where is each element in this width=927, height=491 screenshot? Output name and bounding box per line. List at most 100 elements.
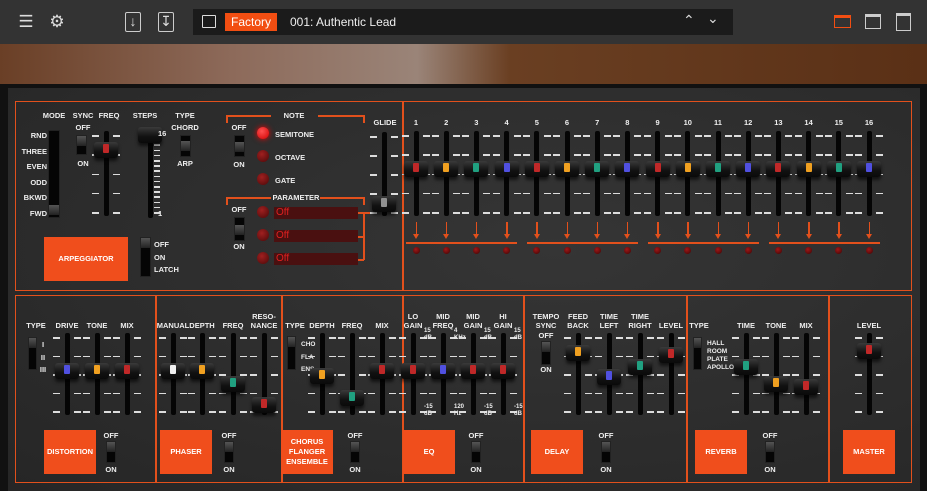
switch-handle[interactable] [141, 238, 150, 248]
arrow-down-icon[interactable]: ⌄ [707, 10, 719, 27]
reverb-type-switch[interactable] [693, 337, 702, 370]
switch-handle[interactable] [29, 338, 36, 348]
parameter-switch[interactable] [234, 217, 245, 241]
export-icon[interactable]: ↧ [158, 12, 174, 32]
gear-icon[interactable]: ⚙ [46, 12, 68, 34]
step-7-slider-knob[interactable] [585, 160, 610, 177]
reverb-button[interactable]: REVERB [695, 430, 747, 474]
master-button[interactable]: MASTER [843, 430, 895, 474]
switch-handle[interactable] [542, 342, 550, 352]
reverb-time-slider-knob[interactable] [734, 359, 758, 376]
import-icon[interactable]: ↓ [125, 12, 141, 32]
delay-power-switch[interactable] [601, 441, 611, 463]
step-16-slider-knob[interactable] [857, 160, 881, 177]
delay-button[interactable]: DELAY [531, 430, 583, 474]
arrow-up-icon[interactable]: ⌃ [683, 12, 695, 29]
note-led-octave[interactable] [257, 150, 269, 162]
switch-handle[interactable] [288, 337, 295, 347]
note-switch[interactable] [234, 135, 245, 157]
note-led-gate[interactable] [257, 173, 269, 185]
chorus-power-switch[interactable] [350, 441, 360, 463]
step-12-slider-knob[interactable] [736, 160, 761, 177]
delay-level-slider-track[interactable] [668, 333, 674, 415]
type-switch[interactable] [180, 135, 191, 157]
step-14-slider-knob[interactable] [796, 160, 821, 177]
step-3-slider-knob[interactable] [464, 160, 489, 177]
mode-selector-handle[interactable] [49, 205, 59, 215]
delay-time-left-slider-knob[interactable] [597, 368, 621, 385]
glide-slider-knob[interactable] [372, 196, 396, 213]
delay-feed-back-slider-knob[interactable] [566, 345, 590, 362]
delay-time-right-slider-knob[interactable] [628, 358, 652, 375]
eq-button[interactable]: EQ [403, 430, 455, 474]
distortion-mix-slider-knob[interactable] [115, 363, 139, 380]
phaser-power-switch[interactable] [224, 441, 234, 463]
phaser-manual-slider-knob[interactable] [161, 363, 185, 380]
step-5-slider-knob[interactable] [524, 160, 549, 177]
parameter-display[interactable]: Off [274, 253, 358, 265]
switch-handle[interactable] [766, 442, 774, 452]
distortion-drive-slider-knob[interactable] [55, 363, 79, 380]
switch-handle[interactable] [472, 442, 480, 452]
parameter-led[interactable] [257, 252, 269, 264]
reverb-mix-slider-knob[interactable] [794, 379, 818, 396]
master-level-slider-knob[interactable] [857, 343, 881, 360]
preset-bank[interactable]: Factory [225, 13, 278, 31]
chorus-button[interactable]: CHORUS FLANGER ENSEMBLE [281, 430, 333, 474]
distortion-type-switch[interactable] [28, 337, 37, 370]
reverb-power-switch[interactable] [765, 441, 775, 463]
freq-slider-knob[interactable] [94, 142, 118, 159]
step-10-slider-knob[interactable] [675, 160, 700, 177]
switch-handle[interactable] [602, 442, 610, 452]
switch-handle[interactable] [235, 225, 244, 235]
sync-switch[interactable] [76, 135, 87, 155]
eq-lo-gain-slider-knob[interactable] [401, 363, 425, 380]
eq-mid-freq-slider-knob[interactable] [431, 363, 455, 380]
step-6-slider-knob[interactable] [555, 160, 579, 177]
step-11-slider-knob[interactable] [706, 160, 730, 177]
parameter-led[interactable] [257, 206, 269, 218]
view-large-icon[interactable] [896, 13, 911, 31]
phaser-button[interactable]: PHASER [160, 430, 212, 474]
chorus-mix-slider-knob[interactable] [370, 363, 394, 380]
step-4-slider-knob[interactable] [494, 160, 519, 177]
parameter-led[interactable] [257, 229, 269, 241]
view-medium-icon[interactable] [865, 14, 881, 29]
phaser-freq-slider-knob[interactable] [221, 375, 245, 392]
view-small-icon[interactable] [834, 15, 851, 28]
switch-handle[interactable] [225, 442, 233, 452]
parameter-display[interactable]: Off [274, 207, 358, 219]
parameter-display[interactable]: Off [274, 230, 358, 242]
phaser-reso-nance-slider-knob[interactable] [252, 397, 276, 414]
step-2-slider-knob[interactable] [434, 160, 459, 177]
note-led-semitone[interactable] [257, 127, 269, 139]
step-13-slider-knob[interactable] [766, 160, 791, 177]
arpeggiator-button[interactable]: ARPEGGIATOR [44, 237, 128, 281]
menu-icon[interactable]: ☰ [15, 12, 37, 34]
reverb-mix-slider-track[interactable] [803, 333, 809, 415]
chorus-type-switch[interactable] [287, 336, 296, 370]
phaser-freq-slider-track[interactable] [230, 333, 236, 415]
switch-handle[interactable] [351, 442, 359, 452]
distortion-power-switch[interactable] [106, 441, 116, 463]
eq-hi-gain-slider-knob[interactable] [491, 363, 515, 380]
folder-icon[interactable] [202, 15, 216, 28]
preset-browser[interactable]: Factory 001: Authentic Lead ⌃ ⌄ [193, 9, 733, 35]
tempo-sync-switch[interactable] [541, 341, 551, 365]
reverb-tone-slider-knob[interactable] [764, 375, 788, 392]
switch-handle[interactable] [107, 442, 115, 452]
switch-handle[interactable] [235, 142, 244, 152]
phaser-depth-slider-knob[interactable] [190, 363, 214, 380]
distortion-button[interactable]: DISTORTION [44, 430, 96, 474]
preset-name[interactable]: 001: Authentic Lead [290, 13, 396, 31]
step-1-slider-knob[interactable] [404, 160, 428, 177]
eq-power-switch[interactable] [471, 441, 481, 463]
step-8-slider-knob[interactable] [615, 160, 640, 177]
chorus-depth-slider-knob[interactable] [310, 368, 334, 385]
step-9-slider-knob[interactable] [645, 160, 670, 177]
switch-handle[interactable] [694, 338, 701, 348]
eq-mid-gain-slider-knob[interactable] [461, 363, 485, 380]
switch-handle[interactable] [77, 136, 86, 146]
switch-handle[interactable] [181, 140, 190, 151]
chorus-freq-slider-knob[interactable] [340, 390, 364, 407]
